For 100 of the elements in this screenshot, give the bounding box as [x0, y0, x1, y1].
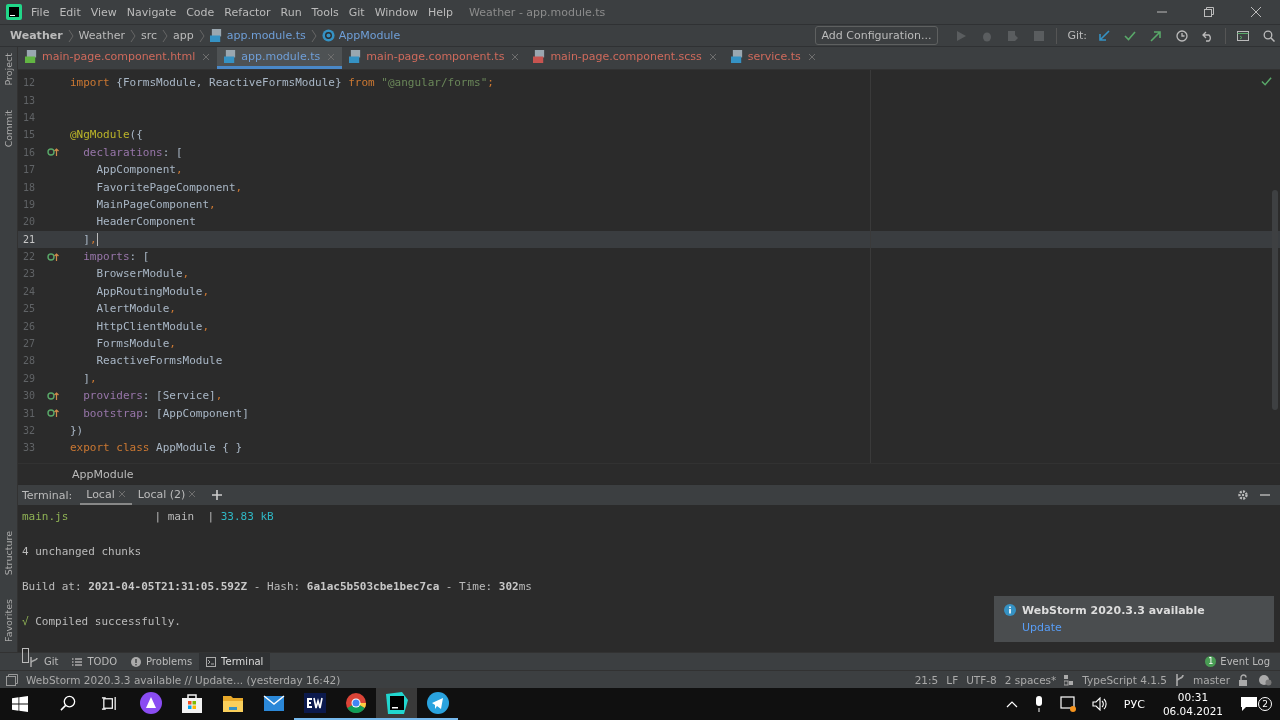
- breadcrumb-item[interactable]: src: [140, 29, 157, 42]
- action-center-button[interactable]: 2: [1233, 688, 1280, 720]
- paper-plane-icon: [426, 692, 449, 714]
- language-service[interactable]: TypeScript 4.1.5: [1082, 673, 1167, 686]
- menu-item[interactable]: Git: [348, 5, 365, 19]
- editor-tab[interactable]: main-page.component.scss: [526, 47, 724, 69]
- implemented-marker-icon[interactable]: [46, 251, 59, 262]
- undo-icon[interactable]: [1202, 29, 1214, 42]
- menu-item[interactable]: File: [31, 5, 50, 19]
- browser-icon: [344, 692, 367, 714]
- history-icon[interactable]: [1176, 29, 1188, 42]
- side-tool-tab[interactable]: Favorites: [3, 599, 14, 642]
- menu-item[interactable]: Refactor: [224, 5, 271, 19]
- lock-icon[interactable]: [1238, 673, 1250, 686]
- line-number: 18: [21, 181, 35, 193]
- side-tool-tab[interactable]: Commit: [3, 109, 14, 147]
- menu-item[interactable]: Navigate: [126, 5, 177, 19]
- editor-tab[interactable]: main-page.component.ts: [342, 47, 527, 69]
- menu-item[interactable]: Window: [374, 5, 418, 19]
- code-line: bootstrap: [AppComponent]: [82, 406, 249, 420]
- search-icon[interactable]: [1263, 29, 1275, 42]
- inspector-icon[interactable]: [1258, 673, 1272, 686]
- implemented-marker-icon[interactable]: [46, 147, 59, 158]
- microphone-icon[interactable]: [1033, 696, 1044, 712]
- line-number: 23: [21, 268, 35, 280]
- file-encoding[interactable]: UTF-8: [966, 673, 997, 686]
- tool-window-tab[interactable]: Terminal: [199, 653, 271, 670]
- breadcrumb-item[interactable]: app: [173, 29, 194, 42]
- breadcrumb-item[interactable]: AppModule: [72, 467, 134, 481]
- editor-tab[interactable]: main-page.component.html: [18, 47, 218, 69]
- clock-date[interactable]: 06.04.2021: [1162, 704, 1223, 718]
- menu-item[interactable]: Code: [186, 5, 215, 19]
- class-icon: [321, 29, 335, 42]
- add-icon[interactable]: [212, 490, 223, 500]
- line-number: 12: [21, 77, 35, 89]
- breadcrumb-item[interactable]: Weather: [10, 29, 63, 42]
- tool-window-tab[interactable]: TODO: [65, 653, 124, 670]
- check-icon: [1261, 76, 1272, 87]
- code-style-icon[interactable]: [1064, 673, 1075, 686]
- indent-setting[interactable]: 2 spaces*: [1004, 673, 1057, 686]
- code-line: BrowserModule,: [95, 267, 190, 281]
- side-tool-tab[interactable]: Structure: [3, 530, 14, 576]
- terminal-cursor: [22, 648, 29, 663]
- menu-item[interactable]: Help: [428, 5, 454, 19]
- line-number: 33: [21, 442, 35, 454]
- line-number: 20: [21, 216, 35, 228]
- line-number: 13: [21, 94, 35, 106]
- menu-item[interactable]: Tools: [311, 5, 339, 19]
- breadcrumb-item[interactable]: AppModule: [338, 29, 401, 42]
- window-title: Weather - app.module.ts: [469, 5, 606, 19]
- input-language[interactable]: РУС: [1123, 697, 1145, 711]
- code-line: HttpClientModule,: [95, 319, 210, 333]
- add-configuration-button[interactable]: Add Configuration...: [814, 26, 939, 45]
- clock-time[interactable]: 00:31: [1177, 690, 1209, 704]
- settings-icon[interactable]: [1237, 489, 1249, 501]
- check-icon[interactable]: [1124, 29, 1136, 42]
- cursor-position[interactable]: 21:5: [914, 673, 939, 686]
- taskbar-app-button[interactable]: [376, 688, 417, 720]
- line-number: 26: [21, 320, 35, 332]
- task-view-icon: [101, 694, 118, 712]
- close-icon[interactable]: [1250, 6, 1262, 18]
- code-line: MainPageComponent,: [95, 197, 216, 211]
- update-link[interactable]: Update: [1022, 621, 1205, 634]
- event-log-link[interactable]: Event Log: [1220, 656, 1270, 667]
- code-line: HeaderComponent: [95, 215, 196, 229]
- session-tab[interactable]: Local (2): [131, 485, 203, 505]
- network-icon[interactable]: [1059, 696, 1076, 712]
- code-line: ReactiveFormsModule: [95, 354, 223, 368]
- menu-item[interactable]: Run: [280, 5, 302, 19]
- line-number: 25: [21, 303, 35, 315]
- restore-icon[interactable]: [1203, 6, 1215, 18]
- tool-window-tab[interactable]: Problems: [124, 653, 200, 670]
- implemented-marker-icon[interactable]: [46, 408, 59, 419]
- menu-item[interactable]: Edit: [59, 5, 81, 19]
- search-icon: [60, 694, 77, 712]
- typescript-file-icon: [209, 29, 223, 42]
- code-line: AppComponent,: [95, 163, 183, 177]
- menu-item[interactable]: View: [90, 5, 117, 19]
- push-arrow-icon[interactable]: [1150, 29, 1162, 42]
- git-branch[interactable]: master: [1192, 673, 1230, 686]
- editor-tab[interactable]: app.module.ts: [217, 47, 343, 69]
- update-arrow-icon[interactable]: [1098, 29, 1110, 42]
- line-number: 32: [21, 425, 35, 436]
- breadcrumb-item[interactable]: Weather: [78, 29, 125, 42]
- windows-start-icon[interactable]: [12, 696, 28, 712]
- webstorm-logo-icon: [6, 4, 22, 20]
- line-number: 15: [21, 129, 35, 141]
- status-message[interactable]: WebStorm 2020.3.3 available // Update... (yesterday 16:42): [26, 673, 341, 686]
- panel-toggle-icon[interactable]: [6, 673, 18, 686]
- line-number: 22: [21, 251, 35, 263]
- chevron-icon: [67, 28, 74, 43]
- side-tool-tab[interactable]: Project: [3, 53, 14, 86]
- breadcrumb-item[interactable]: app.module.ts: [226, 29, 306, 42]
- implemented-marker-icon[interactable]: [46, 390, 59, 401]
- volume-icon[interactable]: [1091, 697, 1108, 711]
- editor-tab[interactable]: service.ts: [723, 47, 823, 69]
- terminal-window-icon[interactable]: [1237, 29, 1249, 42]
- line-ending[interactable]: LF: [946, 673, 959, 686]
- line-number: 16: [21, 146, 35, 158]
- chevron-up-icon[interactable]: [1005, 700, 1018, 708]
